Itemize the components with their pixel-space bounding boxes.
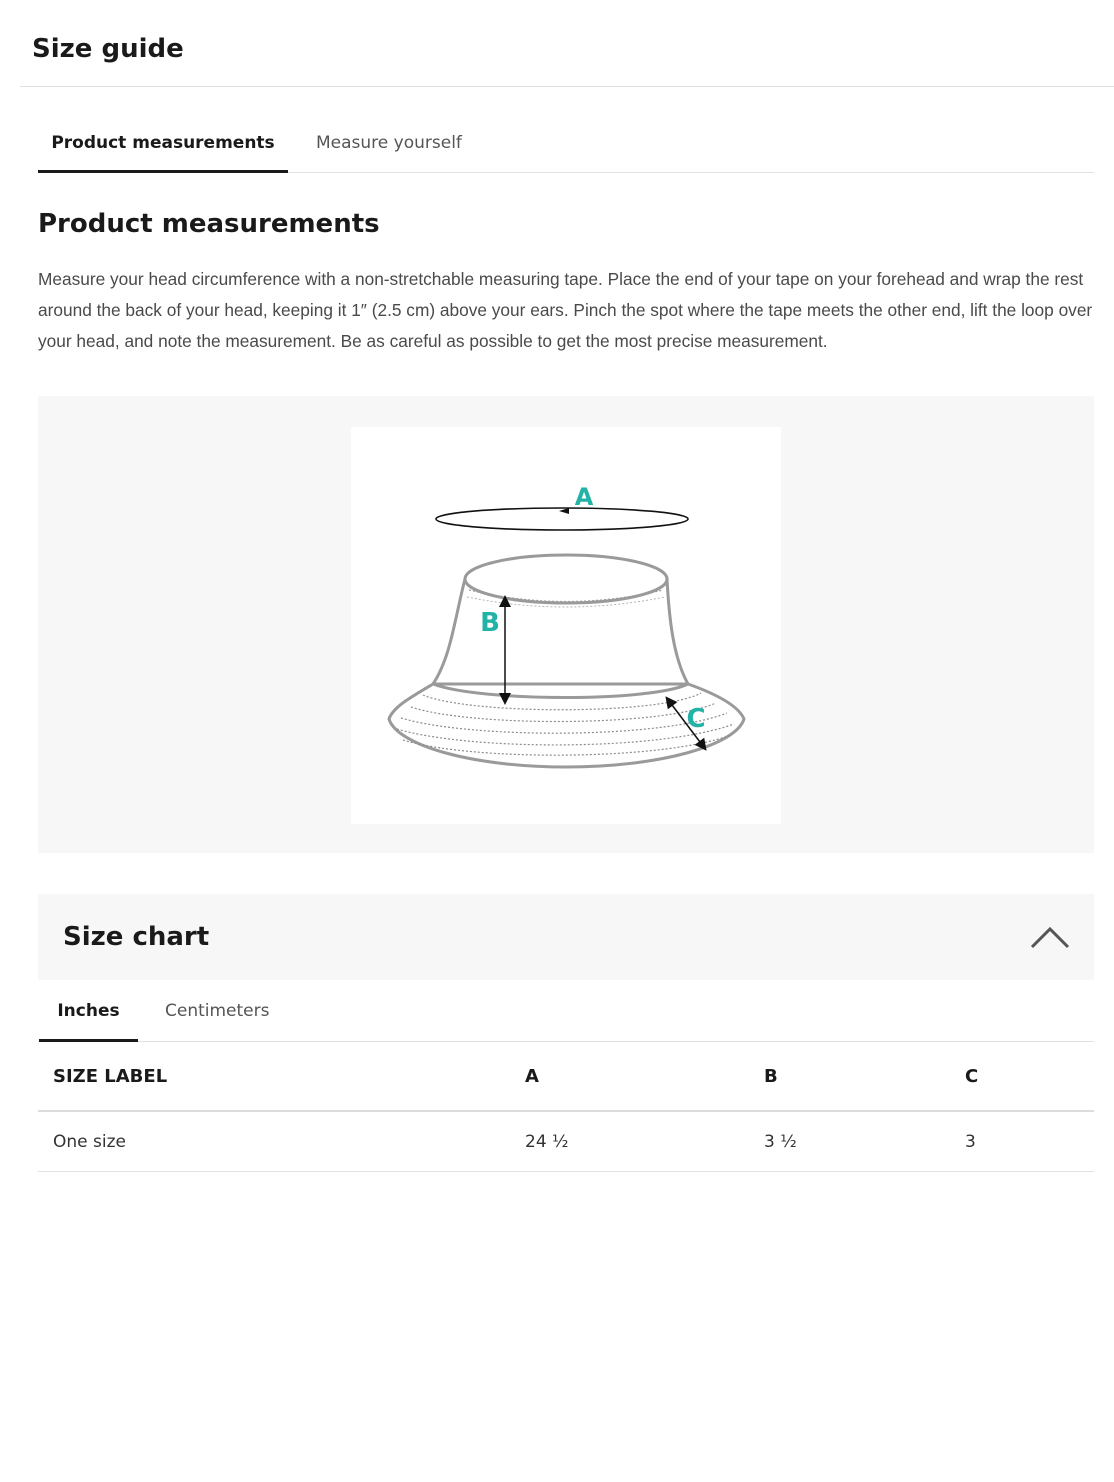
hat-crown [430,553,691,686]
label-b: B [480,608,500,638]
column-header-a: A [525,1042,764,1112]
size-table: SIZE LABEL A B C One size 24 ½ 3 ½ 3 [38,1042,1094,1172]
cell-c: 3 [965,1111,1094,1172]
column-header-b: B [764,1042,965,1112]
size-chart-header[interactable]: Size chart [38,894,1094,980]
tab-measure-yourself[interactable]: Measure yourself [316,114,462,171]
measurement-instructions: Measure your head circumference with a n… [38,269,1093,351]
table-header-row: SIZE LABEL A B C [38,1042,1094,1112]
page-title: Size guide [32,34,184,64]
product-measurements-title: Product measurements [38,209,380,239]
bucket-hat-illustration: A B C [387,483,746,769]
size-chart-section: Size chart Inches Centimeters SIZE LABEL… [38,894,1094,1172]
column-header-c: C [965,1042,1094,1112]
tab-bar: Product measurements Measure yourself [38,114,1094,173]
table-row: One size 24 ½ 3 ½ 3 [38,1111,1094,1172]
cell-size-label: One size [38,1111,525,1172]
cell-a: 24 ½ [525,1111,764,1172]
measurement-a-loop [435,507,689,531]
size-chart-title: Size chart [63,922,210,952]
label-a: A [575,483,594,511]
unit-tab-bar: Inches Centimeters [38,980,1094,1042]
tab-inches[interactable]: Inches [39,980,138,1042]
column-header-size-label: SIZE LABEL [38,1042,525,1112]
tab-product-measurements[interactable]: Product measurements [38,114,288,173]
cell-b: 3 ½ [764,1111,965,1172]
page-header: Size guide [20,0,1114,87]
hat-diagram-panel: A B C [38,396,1094,853]
label-c: C [686,704,705,734]
chevron-up-icon[interactable] [1028,922,1072,952]
tab-centimeters[interactable]: Centimeters [165,980,269,1040]
hat-diagram: A B C [351,427,781,824]
